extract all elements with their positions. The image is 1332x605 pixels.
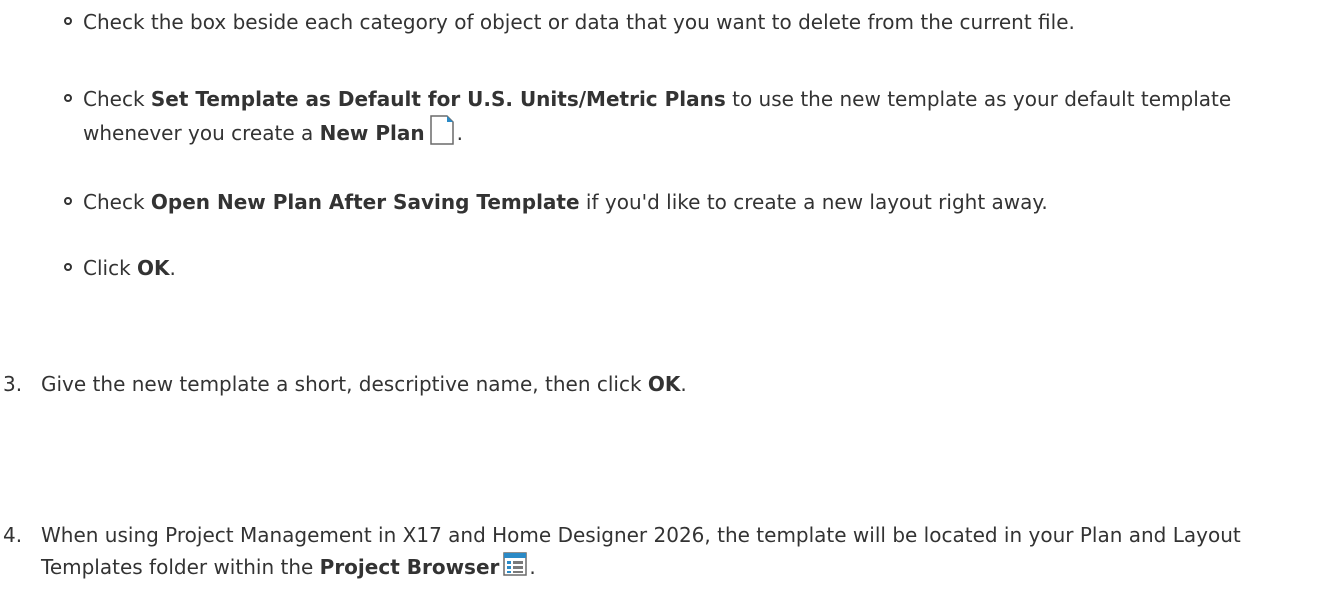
step-number: 4.: [3, 523, 23, 547]
project-browser-icon: [503, 552, 528, 585]
ok-label: OK: [647, 372, 681, 396]
bullet-marker: [64, 263, 72, 271]
sub-item-open-new-plan: Check Open New Plan After Saving Templat…: [83, 190, 1048, 214]
open-new-plan-label: Open New Plan After Saving Template: [150, 190, 580, 214]
set-template-default-label: Set Template as Default for U.S. Units/M…: [150, 87, 726, 111]
step-give-name: Give the new template a short, descripti…: [41, 372, 687, 396]
project-browser-label: Project Browser: [319, 555, 500, 579]
new-plan-icon: [429, 115, 455, 154]
new-plan-label: New Plan: [319, 121, 425, 145]
bullet-marker: [64, 94, 72, 102]
sub-item-set-default: Check Set Template as Default for U.S. U…: [83, 83, 1293, 154]
step-project-browser: When using Project Management in X17 and…: [41, 519, 1303, 585]
sub-item-delete-categories: Check the box beside each category of ob…: [83, 10, 1075, 34]
ok-label: OK: [137, 256, 170, 280]
bullet-marker: [64, 197, 72, 205]
sub-item-click-ok: Click OK.: [83, 256, 176, 280]
bullet-marker: [64, 17, 72, 25]
step-number: 3.: [3, 372, 23, 396]
